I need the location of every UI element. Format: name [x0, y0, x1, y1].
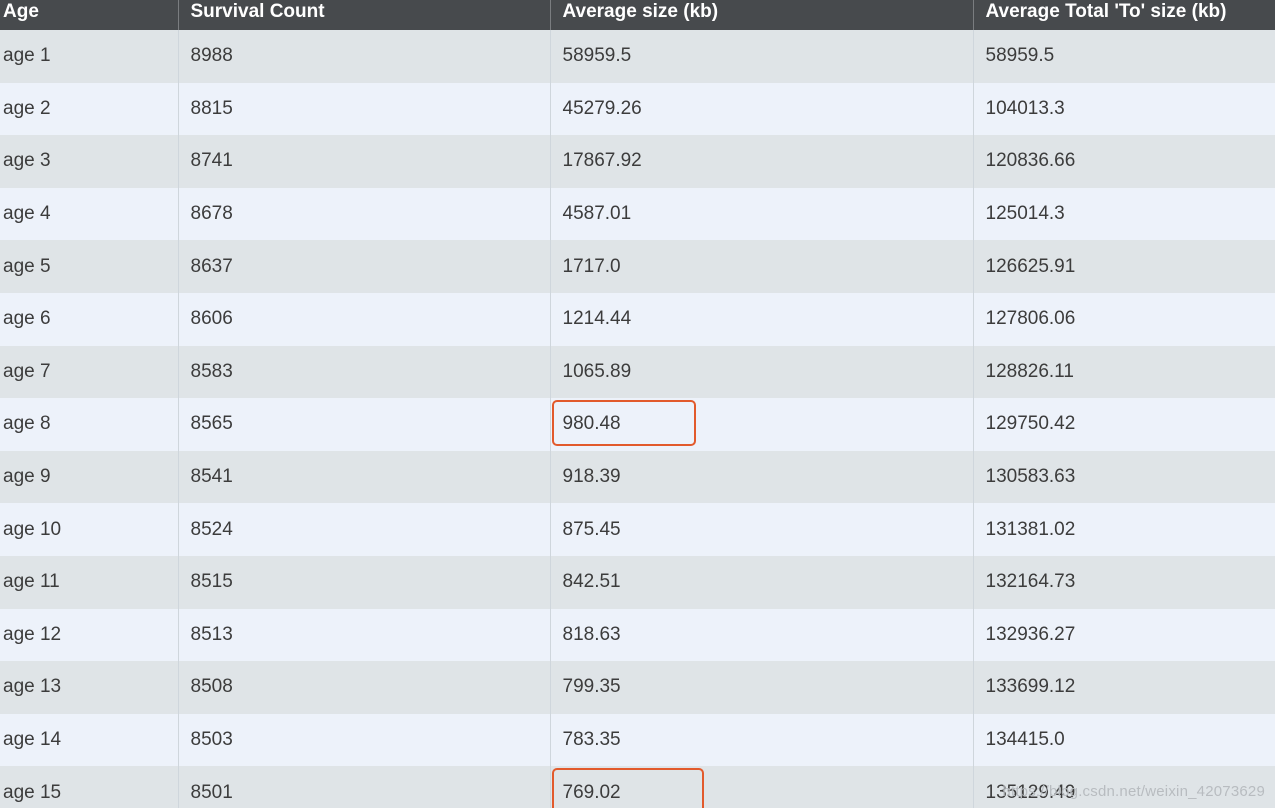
cell-survival-count: 8637: [178, 240, 551, 293]
header-survival-count: Survival Count: [178, 0, 551, 30]
cell-average-total: 133699.12: [985, 676, 1076, 698]
cell-average-size-value: 980.48: [562, 413, 621, 435]
cell-survival-count: 8524: [178, 503, 551, 556]
cell-survival-count: 8503: [178, 713, 551, 767]
table-row: age 15 8501 769.02 135129.49: [0, 766, 1275, 808]
cell-survival-count: 8513: [178, 608, 551, 662]
cell-age: age 2: [0, 82, 179, 136]
cell-age: age 10: [0, 503, 179, 556]
cell-age: age 15: [0, 766, 179, 808]
cell-age: age 11: [0, 555, 179, 609]
cell-survival-count: 8741: [178, 135, 551, 188]
cell-average-total: 120836.66: [985, 150, 1076, 172]
cell-average-size: 783.35: [550, 713, 974, 767]
cell-average-total: 135129.49: [985, 781, 1076, 803]
header-average-total-to-size: Average Total 'To' size (kb): [985, 1, 1227, 22]
cell-age: age 5: [0, 240, 179, 293]
cell-average-total: 58959.5: [985, 45, 1055, 67]
cell-average-total: 134415.0: [985, 729, 1065, 751]
table-row: age 8 8565 980.48 129750.42: [0, 398, 1275, 451]
cell-average-total: 132164.73: [985, 571, 1076, 593]
cell-average-size-highlighted: 769.02: [550, 766, 974, 808]
cell-average-size: 799.35: [550, 661, 974, 714]
cell-age: age 8: [0, 398, 179, 451]
cell-age: age 3: [0, 135, 179, 188]
table-row: age 3 8741 17867.92 120836.66: [0, 135, 1275, 188]
cell-age: age 7: [0, 345, 179, 399]
cell-average-size: 17867.92: [550, 135, 974, 188]
cell-survival-count: 8583: [178, 345, 551, 399]
table-row: age 10 8524 875.45 131381.02: [0, 503, 1275, 556]
cell-average-total: 128826.11: [985, 360, 1074, 382]
header-average-size: Average size (kb): [550, 0, 974, 30]
cell-average-size: 45279.26: [550, 82, 974, 136]
cell-average-size: 1214.44: [550, 292, 974, 346]
cell-survival-count: 8501: [178, 766, 551, 808]
cell-survival-count: 8565: [178, 398, 551, 451]
cell-survival-count: 8508: [178, 661, 551, 714]
cell-survival-count: 8815: [178, 82, 551, 136]
cell-survival-count: 8606: [178, 292, 551, 346]
table-row: age 7 8583 1065.89 128826.11: [0, 345, 1275, 399]
cell-average-total: 131381.02: [985, 518, 1076, 540]
survival-table: Age Survival Count Average size (kb) Ave…: [0, 0, 1275, 808]
cell-average-size-value: 769.02: [562, 781, 621, 803]
cell-survival-count: 8678: [178, 187, 551, 241]
cell-age: age 13: [0, 661, 179, 714]
table-row: age 5 8637 1717.0 126625.91: [0, 240, 1275, 293]
table-row: age 2 8815 45279.26 104013.3: [0, 82, 1275, 136]
cell-age: age 14: [0, 713, 179, 767]
table-header-row: Age Survival Count Average size (kb) Ave…: [0, 0, 1275, 30]
cell-average-total: 130583.63: [985, 466, 1076, 488]
cell-survival-count: 8988: [178, 30, 551, 83]
cell-average-total: 132936.27: [985, 623, 1076, 645]
cell-average-size: 918.39: [550, 450, 974, 504]
cell-survival-count: 8515: [178, 555, 551, 609]
cell-average-size: 58959.5: [550, 30, 974, 83]
cell-average-size: 1717.0: [550, 240, 974, 293]
table-row: age 9 8541 918.39 130583.63: [0, 450, 1275, 504]
cell-average-size: 818.63: [550, 608, 974, 662]
cell-average-total: 127806.06: [985, 308, 1076, 330]
cell-average-size: 1065.89: [550, 345, 974, 399]
cell-average-size-highlighted: 980.48: [550, 398, 974, 451]
table-row: age 1 8988 58959.5 58959.5: [0, 30, 1275, 83]
cell-average-total: 125014.3: [985, 203, 1065, 225]
table-row: age 13 8508 799.35 133699.12: [0, 661, 1275, 714]
cell-average-total: 104013.3: [985, 97, 1065, 119]
cell-average-total: 126625.91: [985, 255, 1076, 277]
table-row: age 6 8606 1214.44 127806.06: [0, 292, 1275, 346]
cell-age: age 12: [0, 608, 179, 662]
table-row: age 11 8515 842.51 132164.73: [0, 555, 1275, 609]
cell-age: age 6: [0, 292, 179, 346]
cell-age: age 9: [0, 450, 179, 504]
data-table-container: Age Survival Count Average size (kb) Ave…: [0, 0, 1275, 808]
cell-average-total: 129750.42: [985, 413, 1076, 435]
header-age: Age: [0, 0, 179, 30]
cell-average-size: 842.51: [550, 555, 974, 609]
table-row: age 12 8513 818.63 132936.27: [0, 608, 1275, 662]
cell-age: age 4: [0, 187, 179, 241]
table-row: age 14 8503 783.35 134415.0: [0, 713, 1275, 767]
cell-age: age 1: [0, 30, 179, 83]
cell-average-size: 4587.01: [550, 187, 974, 241]
cell-survival-count: 8541: [178, 450, 551, 504]
cell-average-size: 875.45: [550, 503, 974, 556]
table-row: age 4 8678 4587.01 125014.3: [0, 187, 1275, 241]
